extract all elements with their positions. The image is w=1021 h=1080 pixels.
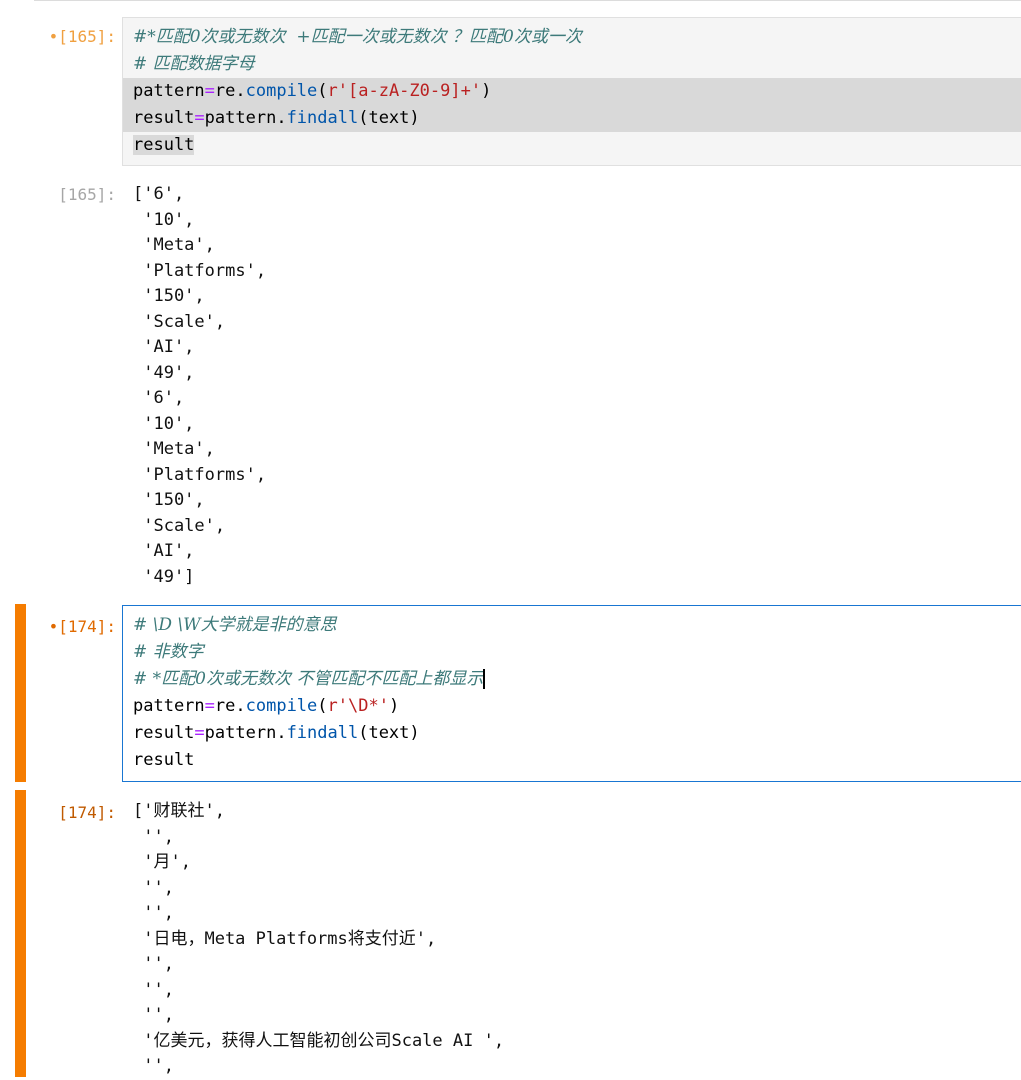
- code-token: findall: [286, 108, 359, 128]
- code-token: =: [204, 81, 215, 101]
- output-line: '月',: [133, 852, 191, 872]
- code-line: pattern=re.compile(r'[a-zA-Z0-9]+'): [123, 78, 1021, 105]
- output-line: '亿美元，获得人工智能初创公司Scale AI ',: [133, 1030, 505, 1051]
- code-token: =: [204, 696, 215, 716]
- output-line: 'Meta',: [133, 235, 215, 255]
- code-line: result=pattern.findall(text): [123, 105, 1021, 132]
- code-token: r'\D*': [327, 696, 389, 716]
- code-line: # *匹配0次或无数次 不管匹配不匹配上都显示: [123, 666, 1021, 693]
- code-line: pattern=re.compile(r'\D*'): [123, 693, 1021, 720]
- code-token: result: [133, 108, 195, 128]
- code-token: re.: [214, 696, 246, 716]
- output-line: 'AI',: [133, 337, 195, 357]
- code-editor[interactable]: # \D \W大学就是非的意思 # 非数字 # *匹配0次或无数次 不管匹配不匹…: [122, 605, 1021, 782]
- code-token: (: [317, 696, 328, 716]
- code-token: result: [133, 135, 195, 155]
- code-token: ): [388, 696, 400, 716]
- cell-output: ['6', '10', 'Meta', 'Platforms', '150', …: [133, 182, 1021, 590]
- code-line: # \D \W大学就是非的意思: [123, 612, 1021, 639]
- output-line: ['财联社',: [133, 801, 225, 821]
- code-token: =: [194, 723, 205, 743]
- code-token: compile: [245, 81, 318, 101]
- output-line: 'Platforms',: [133, 464, 267, 485]
- output-line: '',: [133, 1056, 174, 1076]
- output-line: '10',: [133, 209, 195, 230]
- output-line: 'Scale',: [133, 311, 226, 332]
- output-line: '150',: [133, 490, 205, 510]
- code-line: #*匹配0次或无数次 +匹配一次或无数次 ？匹配0次或一次: [123, 24, 1021, 51]
- code-token: findall: [286, 723, 359, 743]
- code-editor[interactable]: #*匹配0次或无数次 +匹配一次或无数次 ？匹配0次或一次 # 匹配数据字母 p…: [122, 17, 1021, 166]
- output-line: '',: [133, 826, 174, 847]
- cell-output: ['财联社', '', '月', '', '', '日电，Meta Platfo…: [133, 799, 1021, 1080]
- code-line: # 非数字: [123, 639, 1021, 666]
- code-line: result=pattern.findall(text): [123, 720, 1021, 747]
- code-token: ): [481, 81, 492, 101]
- output-line: '',: [133, 877, 174, 898]
- output-line: '10',: [133, 413, 195, 434]
- output-line: ['6',: [133, 184, 185, 204]
- output-line: '',: [133, 1005, 174, 1025]
- input-prompt: •[165]:: [48, 27, 116, 46]
- code-token: re.: [214, 81, 246, 101]
- output-line: '',: [133, 903, 174, 923]
- comment-text: # 非数字: [133, 642, 204, 662]
- output-line: 'Platforms',: [133, 260, 267, 281]
- output-prompt: [165]:: [58, 185, 116, 204]
- output-line: '150',: [133, 286, 205, 306]
- output-line: 'Scale',: [133, 515, 226, 536]
- output-line: 'Meta',: [133, 439, 215, 459]
- comment-text: # 匹配数据字母: [133, 54, 255, 74]
- code-token: pattern.: [204, 108, 287, 128]
- code-line: result: [123, 747, 1021, 774]
- output-collapse-indicator[interactable]: [15, 790, 26, 1077]
- code-token: compile: [245, 696, 318, 716]
- output-line: '49',: [133, 362, 195, 383]
- text-cursor: [483, 669, 486, 689]
- output-line: '49']: [133, 566, 195, 587]
- code-token: pattern: [133, 696, 205, 716]
- output-prompt: [174]:: [58, 803, 116, 822]
- code-token: result: [133, 723, 195, 743]
- code-cell-165[interactable]: •[165]: #*匹配0次或无数次 +匹配一次或无数次 ？匹配0次或一次 # …: [0, 0, 1021, 600]
- output-line: 'AI',: [133, 541, 195, 561]
- code-token: r'[a-zA-Z0-9]+': [327, 81, 482, 101]
- code-token: result: [133, 750, 195, 770]
- comment-text: # \D \W大学就是非的意思: [133, 615, 337, 635]
- comment-text: #*匹配0次或无数次 +匹配一次或无数次 ？匹配0次或一次: [133, 27, 582, 47]
- code-token: =: [194, 108, 205, 128]
- comment-text: # *匹配0次或无数次 不管匹配不匹配上都显示: [133, 669, 484, 689]
- code-token: pattern.: [204, 723, 287, 743]
- output-line: '',: [133, 954, 174, 974]
- code-token: (text): [358, 108, 420, 128]
- code-token: pattern: [133, 81, 205, 101]
- code-cell-174[interactable]: •[174]: # \D \W大学就是非的意思 # 非数字 # *匹配0次或无数…: [0, 604, 1021, 1077]
- output-line: '6',: [133, 388, 185, 408]
- output-line: '日电，Meta Platforms将支付近',: [133, 928, 437, 949]
- output-line: '',: [133, 979, 174, 1000]
- code-line: result: [123, 132, 1021, 159]
- code-token: (: [317, 81, 328, 101]
- code-token: (text): [358, 723, 420, 743]
- code-line: # 匹配数据字母: [123, 51, 1021, 78]
- input-prompt: •[174]:: [48, 617, 116, 636]
